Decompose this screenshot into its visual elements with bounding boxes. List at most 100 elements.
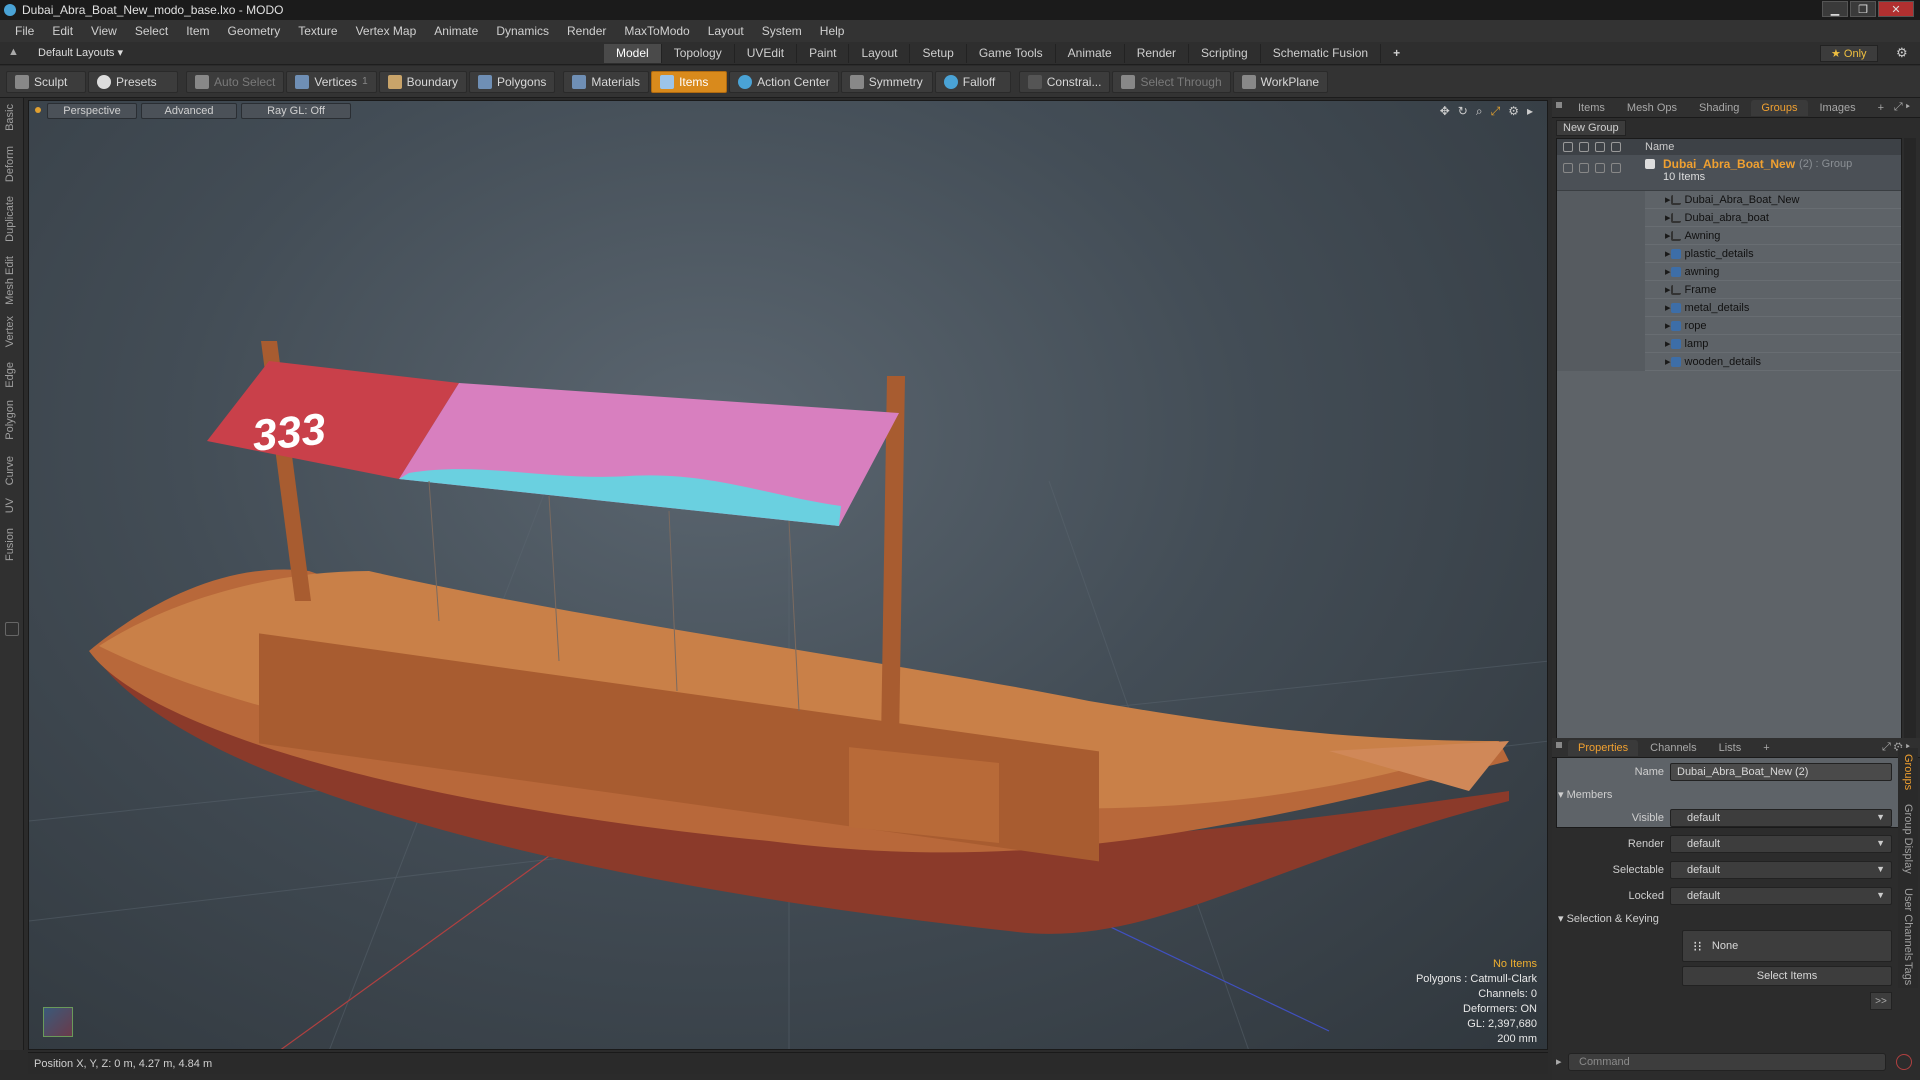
default-layouts-dropdown[interactable]: Default Layouts ▾ <box>38 46 123 59</box>
falloff-button[interactable]: Falloff <box>934 70 1011 93</box>
list-item[interactable]: ▸ wooden_details <box>1557 352 1901 371</box>
item-expander[interactable]: ▸ <box>1645 247 1671 260</box>
more-button[interactable]: >> <box>1870 992 1892 1010</box>
selection-keying-section[interactable]: ▾ Selection & Keying <box>1558 912 1659 925</box>
maximize-button[interactable]: ❐ <box>1850 1 1876 17</box>
tab-setup[interactable]: Setup <box>910 44 967 63</box>
item-expander[interactable]: ▸ <box>1645 211 1671 224</box>
only-toggle[interactable]: ★ Only <box>1820 45 1878 62</box>
item-expander[interactable]: ▸ <box>1645 301 1671 314</box>
list-item[interactable]: ▸ rope <box>1557 316 1901 335</box>
tab-vertex[interactable]: Vertex <box>4 316 16 347</box>
list-item[interactable]: ▸ Dubai_Abra_Boat_New <box>1557 190 1901 209</box>
menu-file[interactable]: File <box>6 24 43 38</box>
add-tab-button[interactable]: + <box>1381 44 1412 63</box>
add-panel-tab[interactable]: + <box>1868 100 1894 116</box>
tab-render[interactable]: Render <box>1125 44 1190 63</box>
list-scrollbar[interactable] <box>1904 138 1916 828</box>
tab-scripting[interactable]: Scripting <box>1189 44 1261 63</box>
materials-button[interactable]: Materials <box>563 70 650 93</box>
boundary-button[interactable]: Boundary <box>378 70 467 93</box>
item-expander[interactable]: ▸ <box>1645 265 1671 278</box>
sculpt-button[interactable]: Sculpt <box>6 70 86 93</box>
side-tab-groups[interactable]: Groups <box>1902 754 1914 790</box>
expand-panel-icon[interactable]: ⤢ ▸ <box>1894 101 1910 114</box>
pin-icon[interactable]: ▲ <box>8 46 19 58</box>
presets-button[interactable]: Presets <box>88 70 178 93</box>
tab-groups[interactable]: Groups <box>1751 99 1808 116</box>
side-tab-tags[interactable]: Tags <box>1902 962 1914 985</box>
menu-help[interactable]: Help <box>811 24 854 38</box>
list-item[interactable]: ▸ Dubai_abra_boat <box>1557 208 1901 227</box>
menu-texture[interactable]: Texture <box>289 24 346 38</box>
select-items-button[interactable]: Select Items <box>1682 966 1892 986</box>
tab-mesh-edit[interactable]: Mesh Edit <box>4 256 16 305</box>
menu-dynamics[interactable]: Dynamics <box>487 24 558 38</box>
item-expander[interactable]: ▸ <box>1645 355 1671 368</box>
command-history-icon[interactable] <box>1896 1054 1912 1070</box>
tab-fusion[interactable]: Fusion <box>4 528 16 561</box>
tab-deform[interactable]: Deform <box>4 146 16 182</box>
menu-view[interactable]: View <box>82 24 126 38</box>
tab-properties[interactable]: Properties <box>1568 739 1639 756</box>
menu-layout[interactable]: Layout <box>699 24 753 38</box>
tab-curve[interactable]: Curve <box>4 456 16 485</box>
list-item[interactable]: ▸ Awning <box>1557 226 1901 245</box>
polygons-button[interactable]: Polygons <box>469 70 556 93</box>
add-properties-tab[interactable]: + <box>1753 740 1779 756</box>
tab-lists[interactable]: Lists <box>1709 740 1752 756</box>
select-icon[interactable] <box>1611 142 1621 152</box>
item-expander[interactable]: ▸ <box>1645 229 1671 242</box>
tab-topology[interactable]: Topology <box>662 44 735 63</box>
item-expander[interactable]: ▸ <box>1645 283 1671 296</box>
vertices-button[interactable]: Vertices 1 <box>286 70 377 93</box>
tab-schematic-fusion[interactable]: Schematic Fusion <box>1261 44 1382 63</box>
visible-dropdown[interactable]: default ▼ <box>1670 809 1892 827</box>
visibility-icon[interactable] <box>1563 142 1573 152</box>
tab-images[interactable]: Images <box>1810 100 1866 116</box>
menu-select[interactable]: Select <box>126 24 177 38</box>
tab-uvedit[interactable]: UVEdit <box>735 44 798 63</box>
3d-viewport[interactable]: Perspective Advanced Ray GL: Off ✥ ↻ ⌕ ⤢… <box>28 100 1548 1050</box>
tab-duplicate[interactable]: Duplicate <box>4 196 16 242</box>
list-item[interactable]: ▸ metal_details <box>1557 298 1901 317</box>
item-expander[interactable]: ▸ <box>1645 319 1671 332</box>
none-button[interactable]: ⁝⁝ None <box>1682 930 1892 962</box>
list-item[interactable]: ▸ Frame <box>1557 280 1901 299</box>
tab-basic[interactable]: Basic <box>4 104 16 131</box>
settings-gear-icon[interactable]: ⚙ <box>1896 45 1908 61</box>
tab-channels[interactable]: Channels <box>1640 740 1706 756</box>
tab-game-tools[interactable]: Game Tools <box>967 44 1056 63</box>
tab-uv[interactable]: UV <box>4 498 16 513</box>
symmetry-button[interactable]: Symmetry <box>840 70 933 93</box>
render-dropdown[interactable]: default ▼ <box>1670 835 1892 853</box>
tab-paint[interactable]: Paint <box>797 44 850 63</box>
side-tab-user-channels[interactable]: User Channels <box>1902 888 1914 961</box>
tab-model[interactable]: Model <box>604 44 662 63</box>
tab-items[interactable]: Items <box>1568 100 1615 116</box>
list-item[interactable]: ▸ lamp <box>1557 334 1901 353</box>
close-button[interactable]: ✕ <box>1878 1 1914 17</box>
menu-system[interactable]: System <box>753 24 811 38</box>
menu-render[interactable]: Render <box>558 24 615 38</box>
command-input[interactable]: Command <box>1568 1053 1886 1071</box>
members-section[interactable]: ▾ Members <box>1558 788 1612 801</box>
collapse-toggle[interactable] <box>5 622 19 636</box>
group-root-row[interactable]: Dubai_Abra_Boat_New (2) : Group 10 Items <box>1557 155 1901 191</box>
tab-polygon[interactable]: Polygon <box>4 400 16 440</box>
menu-geometry[interactable]: Geometry <box>219 24 290 38</box>
constrain-button[interactable]: Constrai... <box>1018 70 1111 93</box>
items-button[interactable]: Items <box>651 70 728 93</box>
new-group-button[interactable]: New Group <box>1556 120 1626 136</box>
name-field[interactable]: Dubai_Abra_Boat_New (2) <box>1670 763 1892 781</box>
select-through-button[interactable]: Select Through <box>1112 70 1231 93</box>
list-item[interactable]: ▸ awning <box>1557 262 1901 281</box>
tab-layout[interactable]: Layout <box>849 44 911 63</box>
menu-animate[interactable]: Animate <box>425 24 487 38</box>
tab-shading[interactable]: Shading <box>1689 100 1749 116</box>
tab-mesh-ops[interactable]: Mesh Ops <box>1617 100 1687 116</box>
menu-edit[interactable]: Edit <box>43 24 82 38</box>
menu-item[interactable]: Item <box>177 24 218 38</box>
tab-edge[interactable]: Edge <box>4 362 16 388</box>
item-expander[interactable]: ▸ <box>1645 193 1671 206</box>
